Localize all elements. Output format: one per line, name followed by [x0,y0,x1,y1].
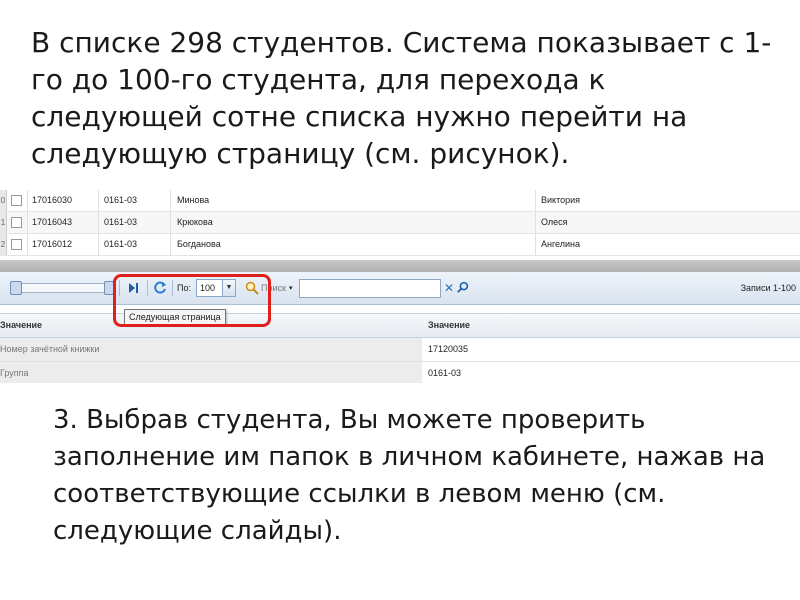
search-button-icon[interactable] [455,280,471,296]
student-id: 17016012 [32,239,73,249]
records-count: Записи 1-100 [740,283,796,293]
student-group: 0161-03 [104,195,138,205]
column-header-name: Значение [0,320,43,330]
page-slider-track[interactable] [10,283,112,293]
student-id: 17016030 [32,195,73,205]
search-input[interactable] [299,279,441,298]
page-slider-thumb[interactable] [10,281,22,295]
row-checkbox[interactable] [11,217,22,228]
highlight-frame [113,274,271,327]
slide-heading: В списке 298 студентов. Система показыва… [31,26,772,170]
student-last-name: Богданова [177,239,221,249]
student-group: 0161-03 [104,217,138,227]
table-row[interactable]: 0 17016030 0161-03 Минова Виктория [0,190,800,212]
splitter-bar[interactable] [0,260,800,272]
property-name: Группа [0,368,29,378]
student-first-name: Олеся [541,217,568,227]
column-header-value: Значение [428,320,471,330]
student-first-name: Ангелина [541,239,581,249]
student-last-name: Минова [177,195,210,205]
slide-body: 3. Выбрав студента, Вы можете проверить … [53,405,766,546]
row-number: 0 [0,190,7,211]
table-row[interactable]: 2 17016012 0161-03 Богданова Ангелина [0,234,800,256]
row-checkbox[interactable] [11,239,22,250]
student-first-name: Виктория [541,195,581,205]
table-row[interactable]: 1 17016043 0161-03 Крюкова Олеся [0,212,800,234]
student-last-name: Крюкова [177,217,213,227]
embedded-screenshot: 0 17016030 0161-03 Минова Виктория 1 170… [0,190,800,383]
student-group: 0161-03 [104,239,138,249]
row-checkbox[interactable] [11,195,22,206]
row-number: 1 [0,212,7,233]
search-dropdown-icon[interactable]: ▾ [289,284,293,292]
row-number: 2 [0,234,7,255]
property-value: 0161-03 [428,368,462,378]
property-value: 17120035 [428,344,469,354]
student-id: 17016043 [32,217,73,227]
property-row[interactable]: Номер зачётной книжки 17120035 [0,338,800,362]
property-name: Номер зачётной книжки [0,344,100,354]
property-row[interactable]: Группа 0161-03 [0,362,800,383]
